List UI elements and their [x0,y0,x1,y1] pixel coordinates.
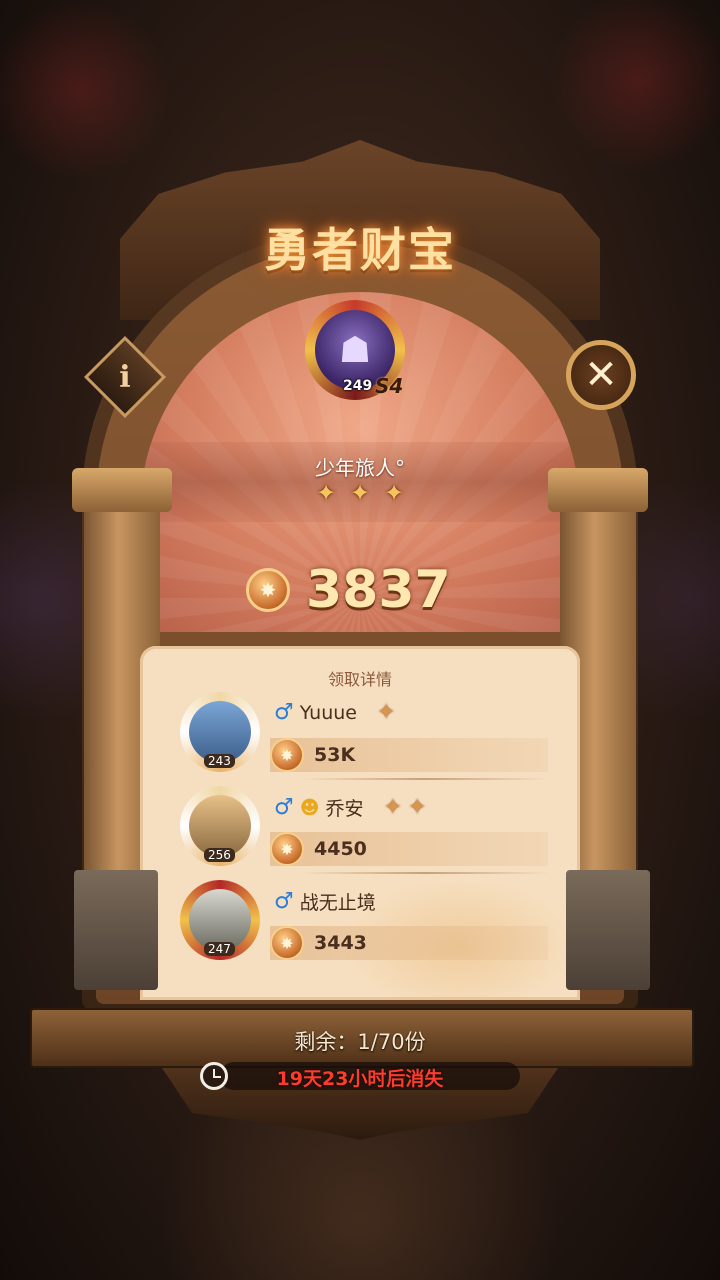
owner-avatar[interactable]: ☗ 249 S4 [305,300,413,408]
owner-level: 249 [343,378,373,394]
rank-badge-icon: ✦ [383,795,402,820]
list-item[interactable]: 247 ♂ 战无止境 ✸ 3443 [170,872,550,968]
player-name: Yuuue [299,701,357,724]
close-button[interactable]: ✕ [566,340,636,410]
rank-badge-icon: ✦ [315,479,337,507]
avatar[interactable]: 243 [180,692,260,772]
close-icon: ✕ [584,352,618,398]
claim-amount-value: 3443 [314,932,367,954]
player-level: 256 [204,848,235,862]
owner-badges: ✦ ✦ ✦ [312,478,408,508]
dialog-title: 勇者财宝 [264,223,456,277]
player-name: 战无止境 [299,892,376,914]
avatar[interactable]: 256 [180,786,260,866]
owner-name: 少年旅人° [315,456,405,480]
remaining-shares: 剩余：1/70份 [294,1030,426,1054]
owner-season: S4 [375,374,404,398]
rank-badge-icon: ✦ [383,479,405,507]
claim-amount: ✸ 4450 [270,832,548,866]
player-level: 247 [204,942,235,956]
player-name: 乔安 [325,798,364,820]
claim-amount: ✸ 53K [270,738,548,772]
male-icon: ♂ [274,795,294,820]
right-pillar-base [566,870,650,990]
emoji-icon: ☻ [299,796,320,819]
claim-amount-value: 53K [314,744,356,766]
avatar[interactable]: 247 [180,880,260,960]
row-divider [300,778,550,780]
treasure-total-value: 3837 [306,560,451,620]
info-icon: i [119,359,131,395]
coin-icon: ✸ [270,832,304,866]
player-name-row: ♂ ☻ 乔安 ✦ ✦ [274,794,426,821]
player-name-row: ♂ Yuuue ✦ [274,700,395,725]
list-item[interactable]: 243 ♂ Yuuue ✦ ✸ 53K [170,686,550,780]
left-pillar-base [74,870,158,990]
rank-badge-icon: ✦ [349,479,371,507]
coin-icon: ✸ [270,926,304,960]
list-item[interactable]: 256 ♂ ☻ 乔安 ✦ ✦ ✸ 4450 [170,778,550,874]
coin-icon: ✸ [246,568,290,612]
male-icon: ♂ [274,700,294,725]
male-icon: ♂ [274,889,294,914]
claim-amount: ✸ 3443 [270,926,548,960]
rank-badge-icon: ✦ [408,795,427,820]
player-name-row: ♂ 战无止境 [274,888,376,915]
claim-details-panel[interactable]: 领取详情 243 ♂ Yuuue ✦ ✸ 53K 256 ♂ ☻ 乔安 ✦ ✦ … [140,646,580,1000]
rank-badge-icon: ✦ [376,700,396,725]
player-level: 243 [204,754,235,768]
claim-amount-value: 4450 [314,838,367,860]
treasure-total: ✸ 3837 [246,560,451,620]
claim-list[interactable]: 243 ♂ Yuuue ✦ ✸ 53K 256 ♂ ☻ 乔安 ✦ ✦ ✸ 445… [170,686,550,968]
expire-timer: 19天23小时后消失 [276,1068,444,1090]
row-divider [300,872,550,874]
coin-icon: ✸ [270,738,304,772]
